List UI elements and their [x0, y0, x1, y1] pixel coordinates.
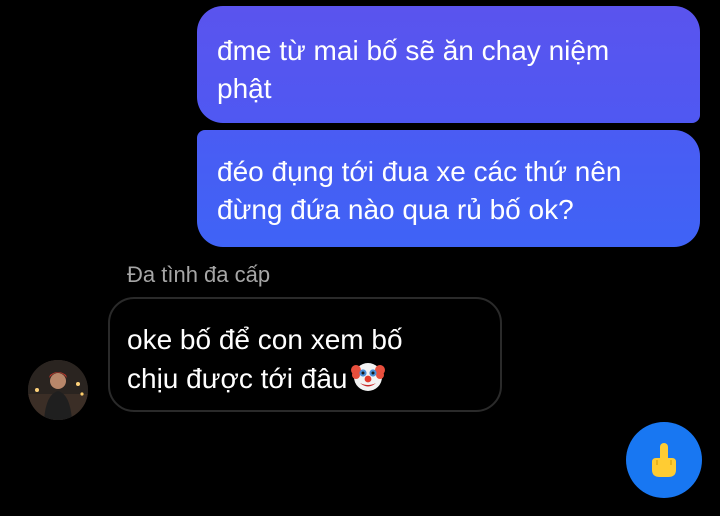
- clown-face-icon: [351, 359, 386, 403]
- avatar[interactable]: [28, 360, 88, 420]
- middle-finger-icon: [652, 443, 676, 477]
- chat-thread: đme từ mai bố sẽ ăn chay niệm phật đéo đ…: [0, 0, 720, 516]
- avatar-photo: [28, 360, 88, 420]
- incoming-message-bubble[interactable]: oke bố để con xem bố chịu được tới đâu: [108, 297, 502, 412]
- quick-reaction-button[interactable]: [626, 422, 702, 498]
- outgoing-message-bubble[interactable]: đéo đụng tới đua xe các thứ nên đừng đứa…: [197, 130, 700, 247]
- outgoing-message-bubble[interactable]: đme từ mai bố sẽ ăn chay niệm phật: [197, 6, 700, 123]
- sender-name: Đa tình đa cấp: [127, 262, 271, 287]
